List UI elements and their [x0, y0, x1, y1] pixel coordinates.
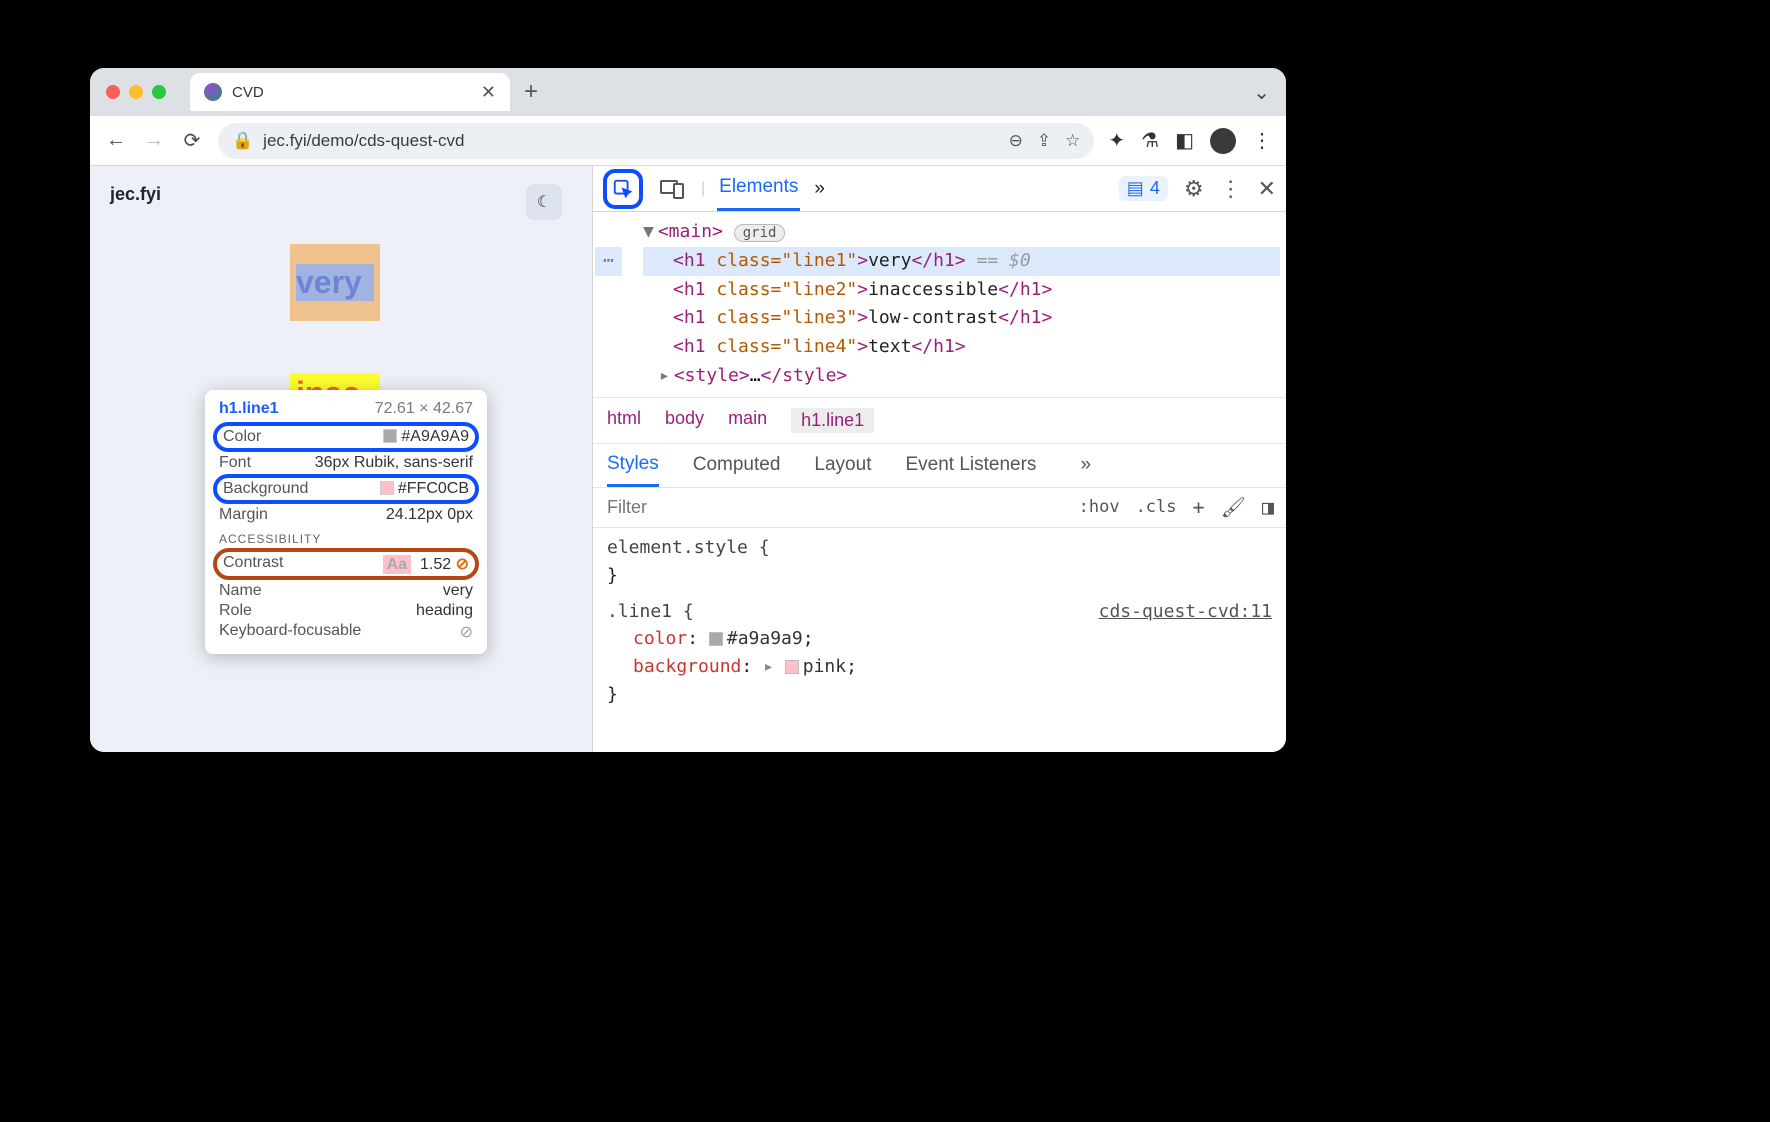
tooltip-font-row: Font 36px Rubik, sans-serif — [219, 454, 473, 472]
reload-button[interactable]: ⟳ — [180, 128, 204, 153]
close-window-button[interactable] — [106, 85, 120, 99]
tooltip-color-row: Color #A9A9A9 — [213, 422, 479, 452]
tab-title: CVD — [232, 84, 264, 101]
crumb-html[interactable]: html — [607, 408, 641, 433]
computed-tab[interactable]: Computed — [693, 454, 781, 476]
more-styles-tabs[interactable]: » — [1080, 454, 1091, 476]
page-brand: jec.fyi — [110, 184, 572, 205]
computed-sidebar-icon[interactable]: ◨ — [1262, 495, 1274, 519]
layout-tab[interactable]: Layout — [814, 454, 871, 476]
new-tab-button[interactable]: + — [524, 78, 538, 106]
grid-badge[interactable]: grid — [734, 224, 786, 242]
styles-pane[interactable]: element.style { } .line1 {cds-quest-cvd:… — [593, 528, 1286, 715]
element-picker-button[interactable] — [603, 169, 643, 209]
tooltip-accessibility-heading: ACCESSIBILITY — [219, 532, 473, 546]
issues-icon: ▤ — [1127, 178, 1144, 199]
styles-filter-input[interactable] — [593, 497, 1067, 518]
tooltip-role-row: Role heading — [219, 602, 473, 620]
elements-tab[interactable]: Elements — [717, 166, 800, 211]
breadcrumbs: html body main h1.line1 — [593, 398, 1286, 444]
tooltip-contrast-row: Contrast Aa 1.52 ⊘ — [213, 548, 479, 580]
dark-mode-toggle[interactable]: ☾ — [526, 184, 562, 220]
element-inspector-tooltip: h1.line1 72.61 × 42.67 Color #A9A9A9 Fon… — [205, 390, 487, 654]
close-tab-icon[interactable]: ✕ — [481, 82, 496, 103]
devtools-panel: | Elements » ▤ 4 ⚙ ⋮ ✕ ▼<main> grid <h1 … — [592, 166, 1286, 752]
tooltip-keyboard-row: Keyboard-focusable ⊘ — [219, 622, 473, 642]
toolbar: ← → ⟳ 🔒 jec.fyi/demo/cds-quest-cvd ⊖ ⇪ ☆… — [90, 116, 1286, 166]
tooltip-name-row: Name very — [219, 582, 473, 600]
tooltip-dimensions: 72.61 × 42.67 — [375, 400, 473, 418]
labs-icon[interactable]: ⚗ — [1141, 128, 1159, 153]
device-toolbar-button[interactable] — [655, 172, 689, 206]
browser-tab[interactable]: CVD ✕ — [190, 73, 510, 111]
crumb-main[interactable]: main — [728, 408, 767, 433]
issues-counter[interactable]: ▤ 4 — [1119, 176, 1168, 201]
styles-filter-row: :hov .cls + 🖌 ◨ — [593, 488, 1286, 528]
zoom-window-button[interactable] — [152, 85, 166, 99]
more-tabs-button[interactable]: » — [812, 168, 827, 210]
lock-icon: 🔒 — [232, 131, 253, 151]
close-devtools-icon[interactable]: ✕ — [1258, 176, 1276, 202]
source-link[interactable]: cds-quest-cvd:11 — [1099, 598, 1272, 626]
tooltip-selector: h1.line1 — [219, 400, 279, 418]
dom-tree[interactable]: ▼<main> grid <h1 class="line1">very</h1>… — [593, 212, 1286, 398]
demo-line-1[interactable]: very — [290, 244, 380, 321]
event-listeners-tab[interactable]: Event Listeners — [905, 454, 1036, 476]
new-style-rule-button[interactable]: + — [1193, 495, 1205, 519]
devtools-menu-icon[interactable]: ⋮ — [1220, 176, 1242, 202]
url-text: jec.fyi/demo/cds-quest-cvd — [263, 131, 464, 151]
tooltip-background-row: Background #FFC0CB — [213, 474, 479, 504]
back-button[interactable]: ← — [104, 129, 128, 152]
extension-icons: ✦ ⚗ ◧ ⋮ — [1108, 128, 1272, 154]
tab-overflow-icon[interactable]: ⌄ — [1253, 80, 1270, 105]
chrome-menu-icon[interactable]: ⋮ — [1252, 128, 1272, 153]
not-focusable-icon: ⊘ — [460, 622, 473, 642]
forward-button[interactable]: → — [142, 129, 166, 152]
toggle-classes-button[interactable]: .cls — [1136, 497, 1177, 517]
side-panel-icon[interactable]: ◧ — [1175, 128, 1194, 153]
extensions-icon[interactable]: ✦ — [1108, 128, 1125, 153]
minimize-window-button[interactable] — [129, 85, 143, 99]
share-icon[interactable]: ⇪ — [1037, 131, 1051, 151]
styles-tab[interactable]: Styles — [607, 443, 659, 487]
warning-icon: ⊘ — [456, 556, 469, 573]
tab-strip: CVD ✕ + ⌄ — [90, 68, 1286, 116]
bookmark-icon[interactable]: ☆ — [1065, 131, 1080, 151]
dom-selected-row[interactable]: <h1 class="line1">very</h1> == $0 — [643, 247, 1280, 276]
crumb-body[interactable]: body — [665, 408, 704, 433]
styles-tabbar: Styles Computed Layout Event Listeners » — [593, 444, 1286, 488]
toggle-hover-button[interactable]: :hov — [1079, 497, 1120, 517]
tooltip-margin-row: Margin 24.12px 0px — [219, 506, 473, 524]
window-controls — [106, 85, 166, 99]
address-bar[interactable]: 🔒 jec.fyi/demo/cds-quest-cvd ⊖ ⇪ ☆ — [218, 123, 1094, 159]
crumb-h1-line1[interactable]: h1.line1 — [791, 408, 874, 433]
zoom-out-icon[interactable]: ⊖ — [1009, 131, 1023, 151]
settings-icon[interactable]: ⚙ — [1184, 176, 1204, 202]
profile-avatar[interactable] — [1210, 128, 1236, 154]
format-icon[interactable]: 🖌 — [1221, 495, 1246, 519]
devtools-tabbar: | Elements » ▤ 4 ⚙ ⋮ ✕ — [593, 166, 1286, 212]
favicon-icon — [204, 83, 222, 101]
